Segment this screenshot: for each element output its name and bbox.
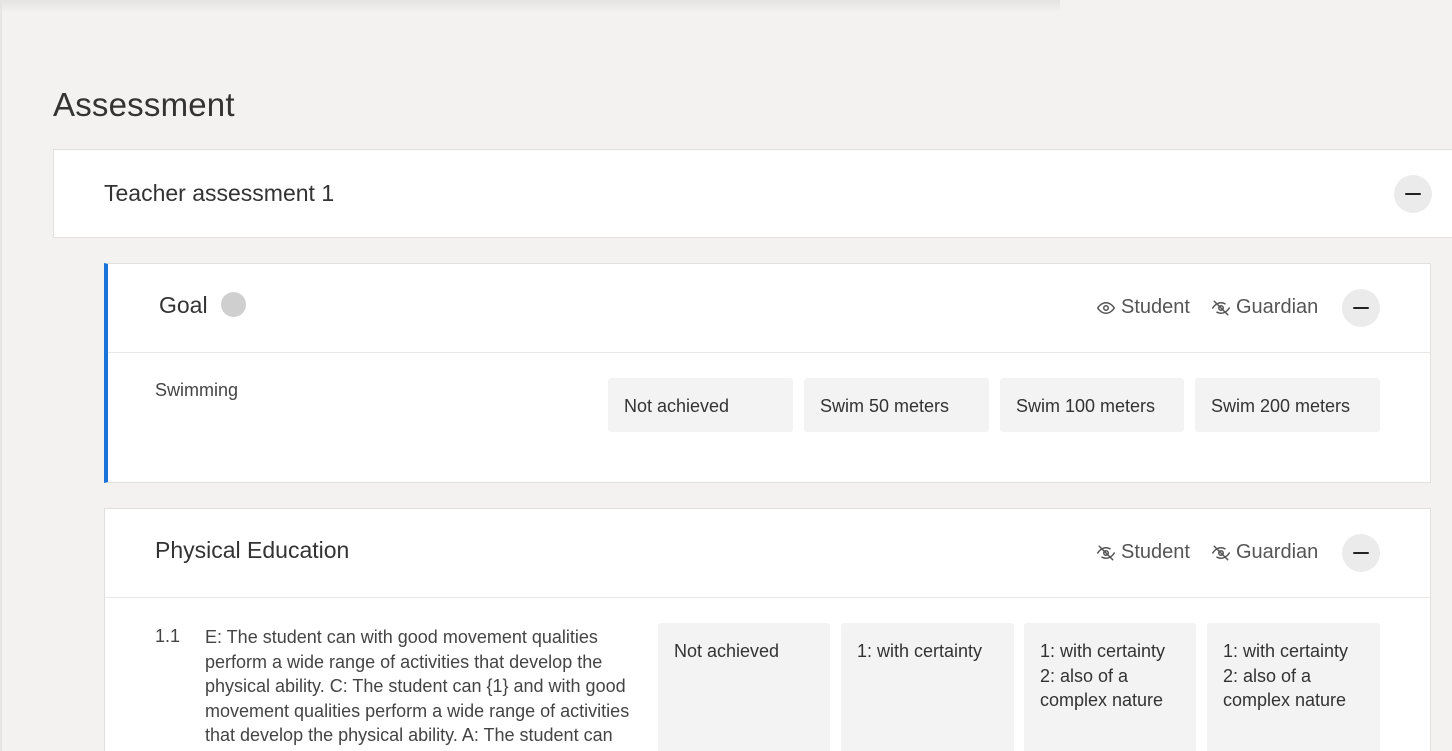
goal-row-label: Swimming [155, 380, 239, 400]
top-bar-shadow [0, 0, 1060, 12]
pe-guardian-visibility-toggle[interactable]: Guardian [1212, 541, 1318, 564]
collapse-goal-button[interactable] [1342, 289, 1380, 327]
goal-panel-header: Goal Student Guardian [108, 264, 1430, 353]
goal-title: Goal [159, 292, 208, 318]
criterion-option[interactable]: 1: with certainty 2: also of a complex n… [1207, 623, 1380, 751]
eye-off-icon [1212, 300, 1230, 315]
goal-option[interactable]: Not achieved [608, 378, 793, 432]
goal-student-visibility-toggle[interactable]: Student [1097, 296, 1190, 319]
teacher-assessment-title: Teacher assessment 1 [104, 180, 335, 206]
goal-option[interactable]: Swim 50 meters [804, 378, 989, 432]
eye-off-icon [1212, 545, 1230, 560]
teacher-assessment-card: Teacher assessment 1 [53, 149, 1452, 238]
physical-education-panel: Physical Education Student Guardian 1.1 … [104, 508, 1431, 751]
pe-panel-header: Physical Education Student Guardian [105, 509, 1430, 598]
eye-icon [1097, 301, 1115, 314]
minus-icon [1353, 306, 1369, 310]
pe-student-label: Student [1121, 541, 1190, 563]
page-title: Assessment [53, 86, 235, 123]
criterion-option[interactable]: 1: with certainty [841, 623, 1014, 751]
goal-student-label: Student [1121, 296, 1190, 318]
left-border [0, 0, 2, 751]
minus-icon [1353, 551, 1369, 555]
collapse-teacher-assessment-button[interactable] [1394, 175, 1432, 213]
pe-student-visibility-toggle[interactable]: Student [1097, 541, 1190, 564]
minus-icon [1405, 192, 1421, 196]
goal-option[interactable]: Swim 200 meters [1195, 378, 1380, 432]
goal-guardian-label: Guardian [1236, 296, 1319, 318]
criterion-option[interactable]: Not achieved [658, 623, 830, 751]
eye-off-icon [1097, 545, 1115, 560]
status-dot-icon [221, 292, 246, 317]
pe-guardian-label: Guardian [1236, 541, 1319, 563]
collapse-pe-button[interactable] [1342, 534, 1380, 572]
goal-option[interactable]: Swim 100 meters [1000, 378, 1184, 432]
goal-panel: Goal Student Guardian Swimming Not achie… [104, 263, 1431, 483]
criterion-option[interactable]: 1: with certainty 2: also of a complex n… [1024, 623, 1196, 751]
criterion-text: E: The student can with good movement qu… [205, 627, 630, 751]
pe-title: Physical Education [155, 537, 350, 563]
goal-guardian-visibility-toggle[interactable]: Guardian [1212, 296, 1318, 319]
criterion-number: 1.1 [155, 626, 181, 646]
